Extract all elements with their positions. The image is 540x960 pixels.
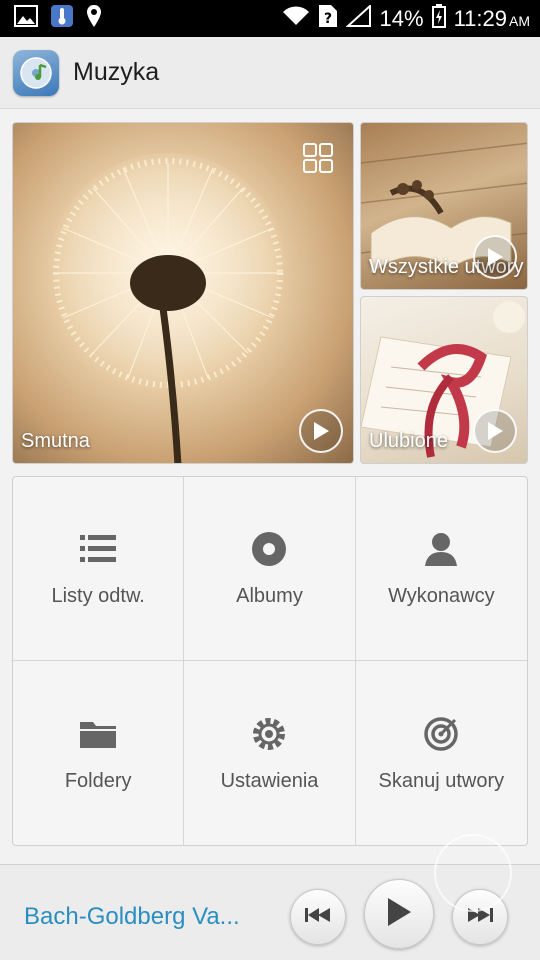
music-app-icon[interactable] — [13, 49, 59, 96]
location-icon — [86, 4, 102, 33]
folder-icon — [80, 714, 117, 754]
menu-scan[interactable]: Skanuj utwory — [356, 661, 527, 845]
grid-view-icon[interactable] — [303, 143, 333, 173]
tile-label: Smutna — [21, 430, 90, 452]
artist-icon — [425, 529, 458, 569]
action-bar: Muzyka — [0, 37, 540, 109]
battery-icon — [431, 4, 446, 33]
no-sim-icon: ? — [318, 4, 338, 33]
menu-folders[interactable]: Foldery — [13, 661, 185, 845]
menu-settings[interactable]: Ustawienia — [184, 661, 356, 845]
playlist-icon — [80, 529, 117, 569]
clock-time: 11:29 — [453, 5, 507, 31]
tile-all-songs[interactable]: Wszystkie utwory — [360, 122, 528, 290]
gallery-icon — [14, 5, 38, 32]
play-button[interactable] — [364, 879, 434, 949]
previous-icon — [304, 907, 332, 928]
signal-icon — [344, 3, 372, 32]
mini-player: Bach-Goldberg Va... — [0, 864, 540, 960]
thermometer-icon — [50, 4, 74, 33]
tile-favorites[interactable]: Ulubione — [360, 296, 528, 464]
play-icon[interactable] — [473, 409, 517, 453]
svg-text:?: ? — [323, 11, 331, 27]
album-icon — [251, 529, 287, 569]
menu-label: Albumy — [236, 585, 303, 607]
dandelion-image — [48, 153, 288, 463]
clock: 11:29 AM — [454, 6, 530, 32]
play-icon — [386, 897, 412, 932]
page-title: Muzyka — [73, 58, 160, 86]
menu-artists[interactable]: Wykonawcy — [355, 477, 527, 661]
scan-icon — [423, 714, 459, 754]
previous-button[interactable] — [290, 889, 346, 945]
menu-label: Wykonawcy — [388, 585, 495, 607]
tile-smutna[interactable]: Smutna — [12, 122, 354, 464]
tile-label: Ulubione — [369, 430, 448, 452]
menu-albums[interactable]: Albumy — [184, 477, 356, 661]
menu-label: Listy odtw. — [51, 585, 145, 607]
settings-icon — [251, 714, 287, 754]
next-button[interactable] — [452, 889, 508, 945]
play-icon[interactable] — [299, 409, 343, 453]
menu-label: Ustawienia — [220, 769, 319, 792]
play-icon[interactable] — [473, 235, 517, 279]
clock-ampm: AM — [509, 12, 530, 29]
next-icon — [466, 907, 494, 928]
menu-label: Foldery — [64, 769, 132, 792]
wifi-icon — [282, 6, 310, 31]
menu-label: Skanuj utwory — [378, 769, 505, 792]
now-playing-title[interactable]: Bach-Goldberg Va... — [24, 903, 264, 931]
library-menu: Listy odtw. Albumy Wykonawcy Foldery Ust… — [12, 476, 528, 846]
status-bar: ? 14% 11:29 AM — [0, 0, 540, 37]
menu-playlists[interactable]: Listy odtw. — [13, 477, 185, 661]
battery-percent: 14% — [379, 5, 424, 31]
